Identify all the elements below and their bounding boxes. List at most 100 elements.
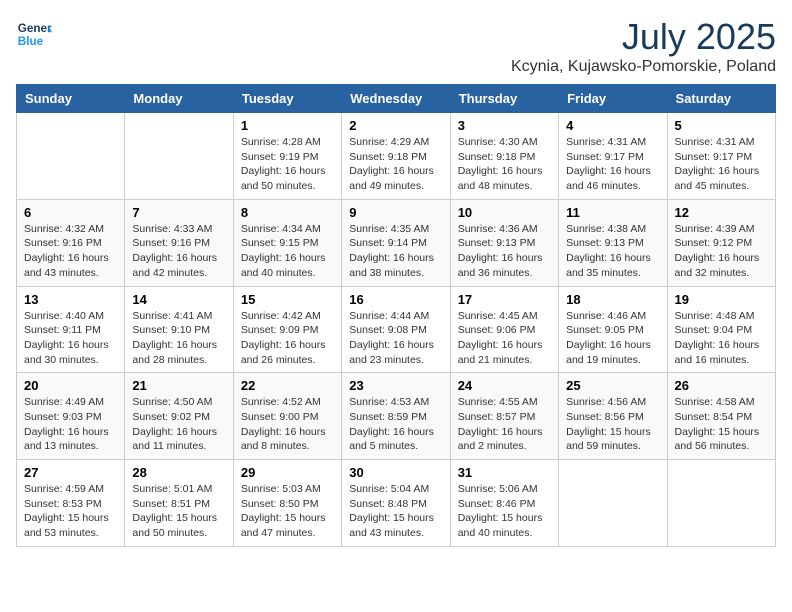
calendar-day-header: Wednesday	[342, 85, 450, 113]
day-number: 7	[132, 205, 225, 220]
day-number: 8	[241, 205, 334, 220]
title-block: July 2025 Kcynia, Kujawsko-Pomorskie, Po…	[511, 16, 776, 76]
calendar-day-cell	[125, 113, 233, 200]
day-number: 1	[241, 118, 334, 133]
day-number: 13	[24, 292, 117, 307]
day-info: Sunrise: 4:42 AM Sunset: 9:09 PM Dayligh…	[241, 309, 334, 368]
calendar-week-row: 6 Sunrise: 4:32 AM Sunset: 9:16 PM Daylig…	[17, 199, 776, 286]
calendar-day-cell: 24 Sunrise: 4:55 AM Sunset: 8:57 PM Dayli…	[450, 373, 558, 460]
calendar-header-row: SundayMondayTuesdayWednesdayThursdayFrid…	[17, 85, 776, 113]
location-title: Kcynia, Kujawsko-Pomorskie, Poland	[511, 58, 776, 76]
day-number: 28	[132, 465, 225, 480]
calendar-week-row: 1 Sunrise: 4:28 AM Sunset: 9:19 PM Daylig…	[17, 113, 776, 200]
day-info: Sunrise: 4:36 AM Sunset: 9:13 PM Dayligh…	[458, 222, 551, 281]
day-number: 27	[24, 465, 117, 480]
calendar-day-cell: 19 Sunrise: 4:48 AM Sunset: 9:04 PM Dayli…	[667, 286, 775, 373]
calendar-day-cell: 27 Sunrise: 4:59 AM Sunset: 8:53 PM Dayli…	[17, 460, 125, 547]
day-info: Sunrise: 4:44 AM Sunset: 9:08 PM Dayligh…	[349, 309, 442, 368]
calendar-day-cell: 20 Sunrise: 4:49 AM Sunset: 9:03 PM Dayli…	[17, 373, 125, 460]
calendar-day-cell: 11 Sunrise: 4:38 AM Sunset: 9:13 PM Dayli…	[559, 199, 667, 286]
day-info: Sunrise: 4:55 AM Sunset: 8:57 PM Dayligh…	[458, 395, 551, 454]
calendar-day-cell: 31 Sunrise: 5:06 AM Sunset: 8:46 PM Dayli…	[450, 460, 558, 547]
day-number: 2	[349, 118, 442, 133]
calendar-day-header: Tuesday	[233, 85, 341, 113]
day-number: 21	[132, 378, 225, 393]
calendar-day-cell: 26Sunrise: 4:58 AM Sunset: 8:54 PM Dayli…	[667, 373, 775, 460]
day-info: Sunrise: 4:40 AM Sunset: 9:11 PM Dayligh…	[24, 309, 117, 368]
day-number: 9	[349, 205, 442, 220]
calendar-day-cell: 16 Sunrise: 4:44 AM Sunset: 9:08 PM Dayli…	[342, 286, 450, 373]
day-info: Sunrise: 4:49 AM Sunset: 9:03 PM Dayligh…	[24, 395, 117, 454]
day-number: 23	[349, 378, 442, 393]
calendar-day-cell: 7 Sunrise: 4:33 AM Sunset: 9:16 PM Daylig…	[125, 199, 233, 286]
day-number: 11	[566, 205, 659, 220]
calendar-day-cell: 9Sunrise: 4:35 AM Sunset: 9:14 PM Daylig…	[342, 199, 450, 286]
day-info: Sunrise: 5:03 AM Sunset: 8:50 PM Dayligh…	[241, 482, 334, 541]
day-info: Sunrise: 4:28 AM Sunset: 9:19 PM Dayligh…	[241, 135, 334, 194]
day-info: Sunrise: 4:41 AM Sunset: 9:10 PM Dayligh…	[132, 309, 225, 368]
day-number: 3	[458, 118, 551, 133]
svg-text:General: General	[18, 22, 52, 35]
day-info: Sunrise: 4:33 AM Sunset: 9:16 PM Dayligh…	[132, 222, 225, 281]
calendar-day-cell: 12Sunrise: 4:39 AM Sunset: 9:12 PM Dayli…	[667, 199, 775, 286]
calendar-table: SundayMondayTuesdayWednesdayThursdayFrid…	[16, 84, 776, 547]
day-info: Sunrise: 4:50 AM Sunset: 9:02 PM Dayligh…	[132, 395, 225, 454]
day-info: Sunrise: 5:04 AM Sunset: 8:48 PM Dayligh…	[349, 482, 442, 541]
calendar-day-cell	[559, 460, 667, 547]
day-info: Sunrise: 4:45 AM Sunset: 9:06 PM Dayligh…	[458, 309, 551, 368]
calendar-day-cell: 10Sunrise: 4:36 AM Sunset: 9:13 PM Dayli…	[450, 199, 558, 286]
day-info: Sunrise: 4:58 AM Sunset: 8:54 PM Dayligh…	[675, 395, 768, 454]
day-info: Sunrise: 4:39 AM Sunset: 9:12 PM Dayligh…	[675, 222, 768, 281]
calendar-day-cell: 6 Sunrise: 4:32 AM Sunset: 9:16 PM Daylig…	[17, 199, 125, 286]
calendar-day-cell: 13 Sunrise: 4:40 AM Sunset: 9:11 PM Dayli…	[17, 286, 125, 373]
day-info: Sunrise: 4:59 AM Sunset: 8:53 PM Dayligh…	[24, 482, 117, 541]
calendar-day-cell: 4 Sunrise: 4:31 AM Sunset: 9:17 PM Daylig…	[559, 113, 667, 200]
day-number: 24	[458, 378, 551, 393]
calendar-day-header: Saturday	[667, 85, 775, 113]
calendar-week-row: 20 Sunrise: 4:49 AM Sunset: 9:03 PM Dayli…	[17, 373, 776, 460]
day-number: 16	[349, 292, 442, 307]
calendar-day-cell: 5 Sunrise: 4:31 AM Sunset: 9:17 PM Daylig…	[667, 113, 775, 200]
day-number: 29	[241, 465, 334, 480]
day-info: Sunrise: 4:30 AM Sunset: 9:18 PM Dayligh…	[458, 135, 551, 194]
logo-icon: General Blue	[16, 16, 52, 52]
day-info: Sunrise: 5:01 AM Sunset: 8:51 PM Dayligh…	[132, 482, 225, 541]
day-number: 17	[458, 292, 551, 307]
calendar-day-cell: 23 Sunrise: 4:53 AM Sunset: 8:59 PM Dayli…	[342, 373, 450, 460]
day-info: Sunrise: 4:53 AM Sunset: 8:59 PM Dayligh…	[349, 395, 442, 454]
calendar-day-header: Thursday	[450, 85, 558, 113]
calendar-day-cell: 1 Sunrise: 4:28 AM Sunset: 9:19 PM Daylig…	[233, 113, 341, 200]
svg-text:Blue: Blue	[18, 35, 44, 48]
logo: General Blue	[16, 16, 52, 52]
calendar-day-cell: 2 Sunrise: 4:29 AM Sunset: 9:18 PM Daylig…	[342, 113, 450, 200]
calendar-day-cell: 30 Sunrise: 5:04 AM Sunset: 8:48 PM Dayli…	[342, 460, 450, 547]
day-number: 14	[132, 292, 225, 307]
calendar-day-cell: 28 Sunrise: 5:01 AM Sunset: 8:51 PM Dayli…	[125, 460, 233, 547]
calendar-day-cell: 17 Sunrise: 4:45 AM Sunset: 9:06 PM Dayli…	[450, 286, 558, 373]
calendar-day-cell: 15Sunrise: 4:42 AM Sunset: 9:09 PM Dayli…	[233, 286, 341, 373]
day-number: 5	[675, 118, 768, 133]
calendar-day-cell	[17, 113, 125, 200]
day-info: Sunrise: 4:31 AM Sunset: 9:17 PM Dayligh…	[566, 135, 659, 194]
day-number: 20	[24, 378, 117, 393]
day-info: Sunrise: 4:56 AM Sunset: 8:56 PM Dayligh…	[566, 395, 659, 454]
calendar-day-cell: 22Sunrise: 4:52 AM Sunset: 9:00 PM Dayli…	[233, 373, 341, 460]
day-info: Sunrise: 4:31 AM Sunset: 9:17 PM Dayligh…	[675, 135, 768, 194]
day-info: Sunrise: 4:48 AM Sunset: 9:04 PM Dayligh…	[675, 309, 768, 368]
month-title: July 2025	[511, 16, 776, 58]
day-number: 30	[349, 465, 442, 480]
day-info: Sunrise: 4:38 AM Sunset: 9:13 PM Dayligh…	[566, 222, 659, 281]
calendar-day-header: Sunday	[17, 85, 125, 113]
day-info: Sunrise: 4:32 AM Sunset: 9:16 PM Dayligh…	[24, 222, 117, 281]
day-number: 22	[241, 378, 334, 393]
day-number: 4	[566, 118, 659, 133]
day-number: 18	[566, 292, 659, 307]
calendar-day-header: Monday	[125, 85, 233, 113]
day-number: 31	[458, 465, 551, 480]
day-info: Sunrise: 5:06 AM Sunset: 8:46 PM Dayligh…	[458, 482, 551, 541]
day-number: 19	[675, 292, 768, 307]
day-number: 6	[24, 205, 117, 220]
day-info: Sunrise: 4:29 AM Sunset: 9:18 PM Dayligh…	[349, 135, 442, 194]
calendar-day-cell: 3 Sunrise: 4:30 AM Sunset: 9:18 PM Daylig…	[450, 113, 558, 200]
calendar-week-row: 13 Sunrise: 4:40 AM Sunset: 9:11 PM Dayli…	[17, 286, 776, 373]
